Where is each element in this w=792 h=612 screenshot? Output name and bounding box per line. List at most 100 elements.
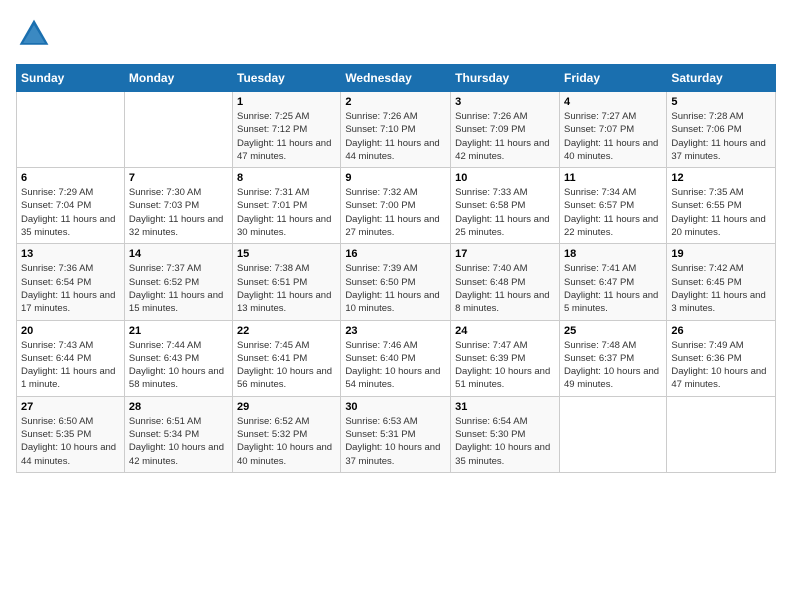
day-number: 1	[237, 96, 336, 108]
page-header	[16, 16, 776, 52]
week-row-2: 6 Sunrise: 7:29 AM Sunset: 7:04 PM Daylig…	[17, 168, 776, 244]
calendar-cell: 27 Sunrise: 6:50 AM Sunset: 5:35 PM Dayli…	[17, 396, 125, 472]
day-info: Sunrise: 7:39 AM Sunset: 6:50 PM Dayligh…	[345, 262, 446, 315]
col-header-saturday: Saturday	[667, 65, 776, 92]
day-info: Sunrise: 7:43 AM Sunset: 6:44 PM Dayligh…	[21, 339, 120, 392]
calendar-cell: 29 Sunrise: 6:52 AM Sunset: 5:32 PM Dayli…	[233, 396, 341, 472]
week-row-1: 1 Sunrise: 7:25 AM Sunset: 7:12 PM Daylig…	[17, 92, 776, 168]
calendar-cell: 30Sunrise: 6:53 AM Sunset: 5:31 PM Dayli…	[341, 396, 451, 472]
day-info: Sunrise: 7:33 AM Sunset: 6:58 PM Dayligh…	[455, 186, 555, 239]
calendar-cell	[667, 396, 776, 472]
day-number: 25	[564, 325, 662, 337]
calendar-cell: 14Sunrise: 7:37 AM Sunset: 6:52 PM Dayli…	[124, 244, 232, 320]
calendar-cell: 17Sunrise: 7:40 AM Sunset: 6:48 PM Dayli…	[451, 244, 560, 320]
calendar-cell: 5 Sunrise: 7:28 AM Sunset: 7:06 PM Daylig…	[667, 92, 776, 168]
calendar-cell: 26 Sunrise: 7:49 AM Sunset: 6:36 PM Dayli…	[667, 320, 776, 396]
day-number: 2	[345, 96, 446, 108]
day-number: 12	[671, 172, 771, 184]
day-number: 29	[237, 401, 336, 413]
calendar-cell: 19 Sunrise: 7:42 AM Sunset: 6:45 PM Dayli…	[667, 244, 776, 320]
day-number: 6	[21, 172, 120, 184]
day-info: Sunrise: 7:28 AM Sunset: 7:06 PM Dayligh…	[671, 110, 771, 163]
week-row-5: 27 Sunrise: 6:50 AM Sunset: 5:35 PM Dayli…	[17, 396, 776, 472]
calendar-cell: 1 Sunrise: 7:25 AM Sunset: 7:12 PM Daylig…	[233, 92, 341, 168]
day-info: Sunrise: 7:36 AM Sunset: 6:54 PM Dayligh…	[21, 262, 120, 315]
calendar-cell: 13 Sunrise: 7:36 AM Sunset: 6:54 PM Dayli…	[17, 244, 125, 320]
calendar-cell: 2 Sunrise: 7:26 AM Sunset: 7:10 PM Daylig…	[341, 92, 451, 168]
calendar-cell	[124, 92, 232, 168]
day-info: Sunrise: 7:38 AM Sunset: 6:51 PM Dayligh…	[237, 262, 336, 315]
day-number: 5	[671, 96, 771, 108]
day-number: 18	[564, 248, 662, 260]
day-number: 28	[129, 401, 228, 413]
calendar-cell: 21Sunrise: 7:44 AM Sunset: 6:43 PM Dayli…	[124, 320, 232, 396]
day-info: Sunrise: 7:25 AM Sunset: 7:12 PM Dayligh…	[237, 110, 336, 163]
calendar-cell: 4Sunrise: 7:27 AM Sunset: 7:07 PM Daylig…	[559, 92, 666, 168]
calendar-cell	[559, 396, 666, 472]
day-info: Sunrise: 7:46 AM Sunset: 6:40 PM Dayligh…	[345, 339, 446, 392]
col-header-friday: Friday	[559, 65, 666, 92]
day-info: Sunrise: 7:42 AM Sunset: 6:45 PM Dayligh…	[671, 262, 771, 315]
day-number: 31	[455, 401, 555, 413]
calendar-cell	[17, 92, 125, 168]
calendar-cell: 23 Sunrise: 7:46 AM Sunset: 6:40 PM Dayli…	[341, 320, 451, 396]
day-number: 9	[345, 172, 446, 184]
day-number: 13	[21, 248, 120, 260]
calendar-cell: 12 Sunrise: 7:35 AM Sunset: 6:55 PM Dayli…	[667, 168, 776, 244]
day-info: Sunrise: 7:41 AM Sunset: 6:47 PM Dayligh…	[564, 262, 662, 315]
calendar-cell: 16 Sunrise: 7:39 AM Sunset: 6:50 PM Dayli…	[341, 244, 451, 320]
day-number: 30	[345, 401, 446, 413]
day-number: 7	[129, 172, 228, 184]
calendar-cell: 22Sunrise: 7:45 AM Sunset: 6:41 PM Dayli…	[233, 320, 341, 396]
calendar-cell: 3 Sunrise: 7:26 AM Sunset: 7:09 PM Daylig…	[451, 92, 560, 168]
day-info: Sunrise: 7:26 AM Sunset: 7:10 PM Dayligh…	[345, 110, 446, 163]
logo-icon	[16, 16, 52, 52]
day-info: Sunrise: 7:30 AM Sunset: 7:03 PM Dayligh…	[129, 186, 228, 239]
day-info: Sunrise: 7:32 AM Sunset: 7:00 PM Dayligh…	[345, 186, 446, 239]
day-info: Sunrise: 7:26 AM Sunset: 7:09 PM Dayligh…	[455, 110, 555, 163]
day-info: Sunrise: 7:47 AM Sunset: 6:39 PM Dayligh…	[455, 339, 555, 392]
calendar-cell: 6 Sunrise: 7:29 AM Sunset: 7:04 PM Daylig…	[17, 168, 125, 244]
day-number: 3	[455, 96, 555, 108]
day-info: Sunrise: 7:27 AM Sunset: 7:07 PM Dayligh…	[564, 110, 662, 163]
calendar-cell: 18 Sunrise: 7:41 AM Sunset: 6:47 PM Dayli…	[559, 244, 666, 320]
day-number: 26	[671, 325, 771, 337]
calendar-cell: 28 Sunrise: 6:51 AM Sunset: 5:34 PM Dayli…	[124, 396, 232, 472]
day-number: 20	[21, 325, 120, 337]
day-number: 11	[564, 172, 662, 184]
calendar-cell: 10 Sunrise: 7:33 AM Sunset: 6:58 PM Dayli…	[451, 168, 560, 244]
day-number: 16	[345, 248, 446, 260]
day-info: Sunrise: 7:29 AM Sunset: 7:04 PM Dayligh…	[21, 186, 120, 239]
calendar-cell: 25 Sunrise: 7:48 AM Sunset: 6:37 PM Dayli…	[559, 320, 666, 396]
week-row-4: 20 Sunrise: 7:43 AM Sunset: 6:44 PM Dayli…	[17, 320, 776, 396]
day-number: 10	[455, 172, 555, 184]
logo	[16, 16, 58, 52]
col-header-sunday: Sunday	[17, 65, 125, 92]
calendar-cell: 11Sunrise: 7:34 AM Sunset: 6:57 PM Dayli…	[559, 168, 666, 244]
day-info: Sunrise: 7:40 AM Sunset: 6:48 PM Dayligh…	[455, 262, 555, 315]
calendar-cell: 8 Sunrise: 7:31 AM Sunset: 7:01 PM Daylig…	[233, 168, 341, 244]
day-number: 23	[345, 325, 446, 337]
day-info: Sunrise: 7:44 AM Sunset: 6:43 PM Dayligh…	[129, 339, 228, 392]
calendar-table: SundayMondayTuesdayWednesdayThursdayFrid…	[16, 64, 776, 473]
day-info: Sunrise: 7:48 AM Sunset: 6:37 PM Dayligh…	[564, 339, 662, 392]
day-number: 24	[455, 325, 555, 337]
calendar-cell: 31Sunrise: 6:54 AM Sunset: 5:30 PM Dayli…	[451, 396, 560, 472]
day-info: Sunrise: 7:31 AM Sunset: 7:01 PM Dayligh…	[237, 186, 336, 239]
calendar-cell: 9 Sunrise: 7:32 AM Sunset: 7:00 PM Daylig…	[341, 168, 451, 244]
week-row-3: 13 Sunrise: 7:36 AM Sunset: 6:54 PM Dayli…	[17, 244, 776, 320]
day-number: 8	[237, 172, 336, 184]
day-info: Sunrise: 6:52 AM Sunset: 5:32 PM Dayligh…	[237, 415, 336, 468]
day-number: 15	[237, 248, 336, 260]
day-number: 19	[671, 248, 771, 260]
col-header-thursday: Thursday	[451, 65, 560, 92]
day-info: Sunrise: 7:49 AM Sunset: 6:36 PM Dayligh…	[671, 339, 771, 392]
col-header-tuesday: Tuesday	[233, 65, 341, 92]
day-info: Sunrise: 7:35 AM Sunset: 6:55 PM Dayligh…	[671, 186, 771, 239]
day-info: Sunrise: 6:50 AM Sunset: 5:35 PM Dayligh…	[21, 415, 120, 468]
day-number: 14	[129, 248, 228, 260]
day-number: 27	[21, 401, 120, 413]
day-info: Sunrise: 6:51 AM Sunset: 5:34 PM Dayligh…	[129, 415, 228, 468]
col-header-wednesday: Wednesday	[341, 65, 451, 92]
day-number: 22	[237, 325, 336, 337]
